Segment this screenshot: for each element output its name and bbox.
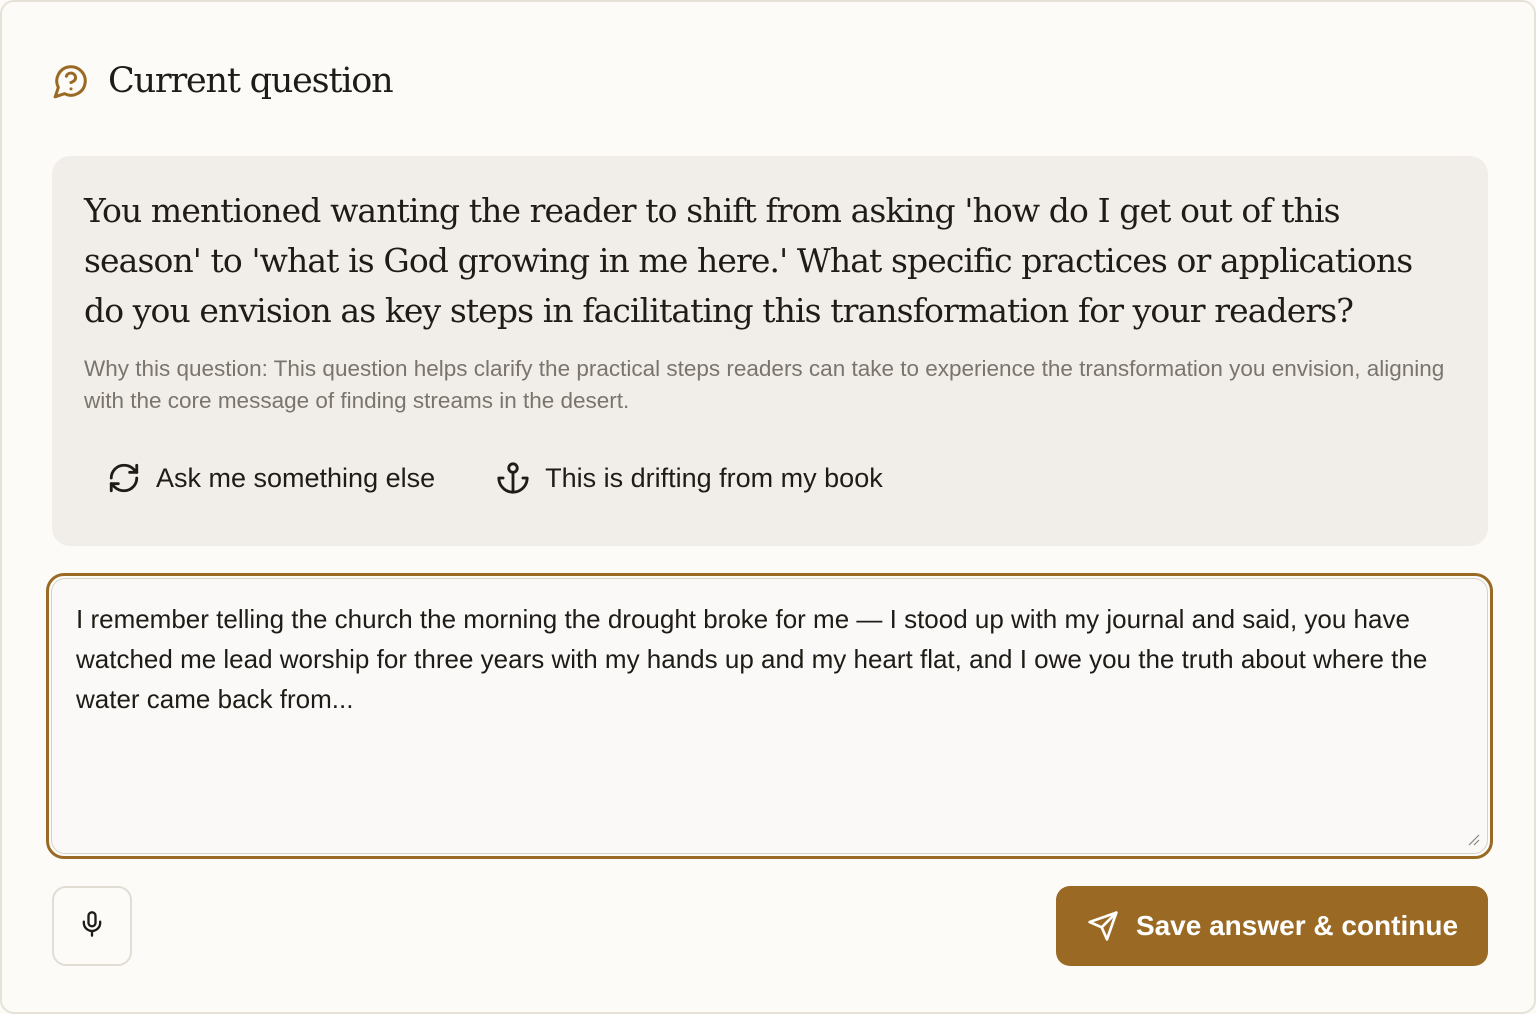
microphone-button[interactable] (52, 886, 132, 966)
question-actions: Ask me something else This is drifting f… (106, 456, 883, 500)
question-box: You mentioned wanting the reader to shif… (52, 156, 1488, 546)
send-icon (1086, 909, 1120, 943)
microphone-icon (78, 910, 106, 943)
resize-handle-icon[interactable] (1466, 832, 1480, 846)
ask-something-else-label: Ask me something else (156, 462, 436, 493)
why-this-question: Why this question: This question helps c… (84, 356, 1445, 413)
page-title: Current question (108, 61, 394, 101)
question-text: You mentioned wanting the reader to shif… (84, 191, 1413, 330)
question-bubble-icon (52, 62, 90, 100)
drifting-from-book-button[interactable]: This is drifting from my book (495, 460, 883, 496)
drifting-from-book-label: This is drifting from my book (545, 462, 883, 493)
anchor-icon (495, 460, 531, 496)
refresh-icon (106, 460, 142, 496)
ask-something-else-button[interactable]: Ask me something else (106, 460, 435, 496)
card-header: Current question (52, 58, 394, 104)
save-answer-label: Save answer & continue (1135, 910, 1459, 941)
answer-field-focus-ring: I remember telling the church the mornin… (46, 573, 1493, 859)
answer-textarea[interactable]: I remember telling the church the mornin… (51, 578, 1488, 854)
save-answer-button[interactable]: Save answer & continue (1056, 886, 1488, 966)
question-card: Current question You mentioned wanting t… (0, 0, 1536, 1014)
